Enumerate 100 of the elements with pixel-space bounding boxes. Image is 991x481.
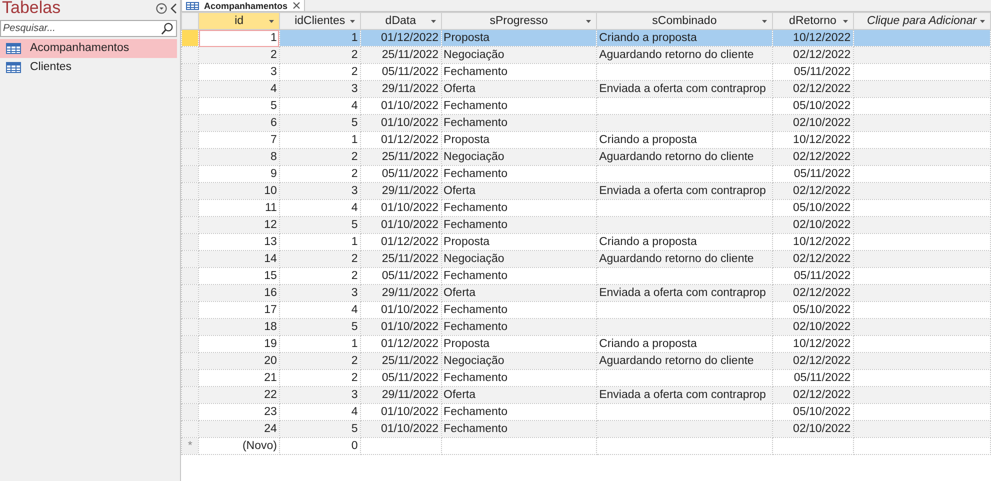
row-selector[interactable] bbox=[182, 98, 199, 114]
table-cell: 1 bbox=[198, 30, 280, 46]
table-cell: 02/10/2022 bbox=[772, 216, 854, 234]
row-selector[interactable] bbox=[182, 114, 199, 132]
row-selector[interactable] bbox=[182, 80, 199, 98]
row-selector[interactable] bbox=[182, 46, 199, 64]
caret-icon[interactable] bbox=[268, 20, 274, 22]
table-cell: 3 bbox=[279, 80, 360, 98]
caret-icon[interactable] bbox=[350, 20, 355, 22]
table-icon bbox=[6, 62, 21, 73]
row-selector[interactable] bbox=[182, 182, 199, 200]
caret-icon[interactable] bbox=[586, 20, 592, 22]
table-cell: 29/11/2022 bbox=[360, 284, 442, 302]
table-icon bbox=[6, 43, 21, 54]
column-header[interactable]: dRetorno bbox=[772, 12, 854, 30]
table-cell: 8 bbox=[198, 148, 280, 166]
table-cell: 4 bbox=[198, 80, 280, 98]
table-cell: 02/12/2022 bbox=[772, 46, 854, 64]
table-cell: Aguardando retorno do cliente bbox=[596, 46, 772, 64]
row-selector[interactable] bbox=[182, 234, 199, 250]
row-selector[interactable] bbox=[182, 386, 199, 404]
table-cell: Oferta bbox=[441, 284, 597, 302]
table-cell: 5 bbox=[279, 420, 360, 438]
column-header[interactable]: sCombinado bbox=[596, 12, 772, 30]
table-cell: 01/10/2022 bbox=[360, 114, 442, 132]
table-cell: 1 bbox=[279, 30, 360, 46]
table-cell: 3 bbox=[279, 182, 360, 200]
table-cell: 02/12/2022 bbox=[772, 148, 854, 166]
table-cell: 5 bbox=[279, 114, 360, 132]
table-cell: 12 bbox=[198, 216, 280, 234]
table-cell: 10 bbox=[198, 182, 280, 200]
caret-icon[interactable] bbox=[430, 20, 436, 22]
table-cell: Aguardando retorno do cliente bbox=[596, 148, 772, 166]
table-cell: 3 bbox=[279, 386, 360, 404]
table-cell: 5 bbox=[279, 318, 360, 336]
row-selector[interactable] bbox=[182, 302, 199, 318]
table-cell: 01/10/2022 bbox=[360, 420, 442, 438]
table-cell: Enviada a oferta com contraprop bbox=[596, 80, 772, 98]
table-cell: (Novo) bbox=[198, 438, 280, 454]
table-cell: 18 bbox=[198, 318, 280, 336]
table-cell: 5 bbox=[279, 216, 360, 234]
table-cell: Oferta bbox=[441, 80, 597, 98]
table-cell: Enviada a oferta com contraprop bbox=[596, 284, 772, 302]
row-selector[interactable] bbox=[182, 284, 199, 302]
table-cell: 2 bbox=[279, 46, 360, 64]
table-icon bbox=[186, 2, 199, 10]
row-selector[interactable] bbox=[182, 268, 199, 284]
table-cell: 02/10/2022 bbox=[772, 420, 854, 438]
row-selector[interactable] bbox=[182, 370, 199, 386]
table-cell: 02/10/2022 bbox=[772, 114, 854, 132]
table-cell: 6 bbox=[198, 114, 280, 132]
table-cell: Aguardando retorno do cliente bbox=[596, 352, 772, 370]
collapse-chevron-icon[interactable] bbox=[170, 2, 178, 14]
table-cell: 2 bbox=[279, 352, 360, 370]
row-selector[interactable] bbox=[182, 132, 199, 148]
column-header[interactable]: dData bbox=[360, 12, 442, 30]
table-cell: 2 bbox=[279, 250, 360, 268]
table-cell: Oferta bbox=[441, 386, 597, 404]
row-selector[interactable] bbox=[182, 250, 199, 268]
column-header[interactable]: sProgresso bbox=[441, 12, 597, 30]
table-cell: 20 bbox=[198, 352, 280, 370]
table-list-item[interactable]: Acompanhamentos bbox=[0, 39, 177, 58]
row-selector[interactable] bbox=[182, 352, 199, 370]
dropdown-circle-icon[interactable] bbox=[156, 2, 168, 14]
table-cell: Fechamento bbox=[441, 114, 597, 132]
table-cell: 2 bbox=[198, 46, 280, 64]
table-cell: 25/11/2022 bbox=[360, 148, 442, 166]
table-cell: Oferta bbox=[441, 182, 597, 200]
row-selector[interactable] bbox=[182, 216, 199, 234]
row-selector[interactable] bbox=[182, 166, 199, 182]
table-cell: 25/11/2022 bbox=[360, 250, 442, 268]
table-cell: 25/11/2022 bbox=[360, 46, 442, 64]
row-selector[interactable] bbox=[182, 336, 199, 352]
row-selector[interactable] bbox=[182, 148, 199, 166]
row-selector[interactable] bbox=[182, 30, 199, 46]
close-icon[interactable] bbox=[292, 2, 300, 9]
table-cell: Fechamento bbox=[441, 420, 597, 438]
caret-icon[interactable] bbox=[762, 20, 767, 22]
table-list-item[interactable]: Clientes bbox=[0, 58, 177, 77]
column-header[interactable]: Clique para Adicionar bbox=[853, 12, 990, 30]
pane-title: Tabelas bbox=[1, 0, 61, 16]
row-selector[interactable] bbox=[182, 200, 199, 216]
table-cell: Aguardando retorno do cliente bbox=[596, 250, 772, 268]
table-cell: 25/11/2022 bbox=[360, 352, 442, 370]
table-cell: Negociação bbox=[441, 148, 597, 166]
table-cell: 02/12/2022 bbox=[772, 80, 854, 98]
table-cell: 22 bbox=[198, 386, 280, 404]
row-selector[interactable] bbox=[182, 318, 199, 336]
document-tab[interactable]: Acompanhamentos bbox=[181, 0, 305, 11]
caret-icon[interactable] bbox=[842, 20, 848, 22]
table-cell: Negociação bbox=[441, 352, 597, 370]
table-cell: Enviada a oferta com contraprop bbox=[596, 386, 772, 404]
column-header[interactable]: id bbox=[198, 12, 280, 30]
table-cell: 10/12/2022 bbox=[772, 30, 854, 46]
row-selector[interactable] bbox=[182, 404, 199, 420]
row-selector[interactable] bbox=[182, 64, 199, 80]
row-selector[interactable] bbox=[182, 420, 199, 438]
caret-icon[interactable] bbox=[980, 20, 985, 22]
table-cell: Negociação bbox=[441, 46, 597, 64]
column-header[interactable]: idClientes bbox=[279, 12, 360, 30]
